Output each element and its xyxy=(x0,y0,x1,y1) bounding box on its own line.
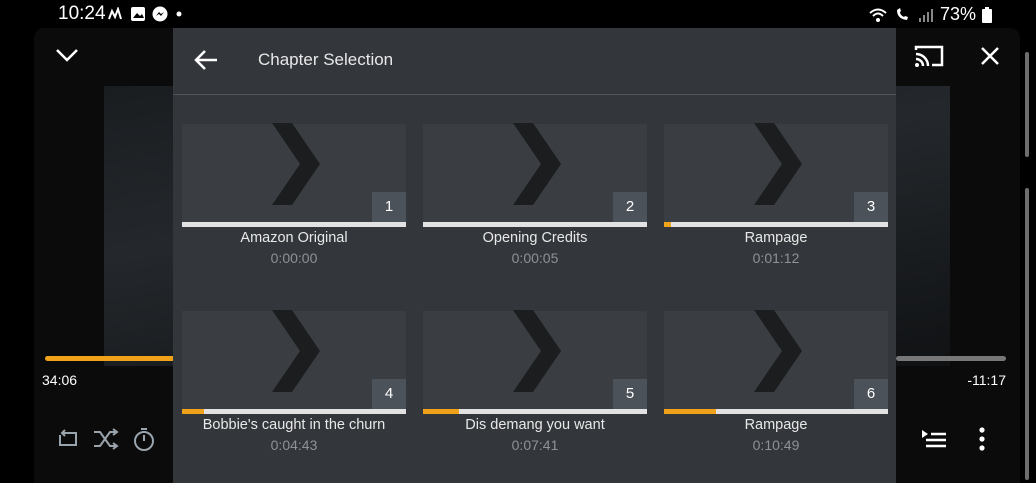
queue-icon[interactable] xyxy=(920,426,948,452)
remaining-time: -11:17 xyxy=(967,372,1006,388)
wifi-icon xyxy=(869,8,887,22)
wave-icon xyxy=(108,7,122,20)
chevron-right-icon xyxy=(272,123,320,205)
chapter-number: 6 xyxy=(854,379,888,409)
chapter-thumbnail[interactable]: 6 xyxy=(664,310,888,409)
chapter-progress-bar xyxy=(182,409,406,414)
notification-icons xyxy=(108,6,184,22)
chapter-tile-1[interactable]: 1 Amazon Original 0:00:00 xyxy=(182,123,406,289)
seek-bar-played[interactable] xyxy=(45,356,175,361)
messenger-icon xyxy=(152,6,168,22)
chapter-thumbnail[interactable]: 1 xyxy=(182,123,406,222)
dot-icon xyxy=(176,11,182,17)
chevron-right-icon xyxy=(513,310,561,392)
chapter-progress-bar xyxy=(182,222,406,227)
shuffle-icon[interactable] xyxy=(92,426,120,452)
chapter-progress-fill xyxy=(182,409,205,414)
chapter-tile-4[interactable]: 4 Bobbie's caught in the churn 0:04:43 xyxy=(182,310,406,476)
chapter-thumbnail[interactable]: 2 xyxy=(423,123,647,222)
chapter-tile-6[interactable]: 6 Rampage 0:10:49 xyxy=(664,310,888,476)
cast-icon[interactable] xyxy=(914,44,944,68)
chapter-time: 0:01:12 xyxy=(752,250,800,266)
chapter-tile-3[interactable]: 3 Rampage 0:01:12 xyxy=(664,123,888,289)
elapsed-time: 34:06 xyxy=(42,372,78,388)
more-icon[interactable] xyxy=(976,426,988,452)
chapter-progress-bar xyxy=(423,409,647,414)
chapter-time: 0:00:05 xyxy=(511,250,559,266)
chapter-number: 4 xyxy=(372,379,406,409)
chapter-title: Amazon Original xyxy=(240,230,348,246)
chapter-number: 5 xyxy=(613,379,647,409)
panel-header: Chapter Selection xyxy=(173,28,896,95)
chevron-right-icon xyxy=(754,123,802,205)
panel-title: Chapter Selection xyxy=(258,50,394,69)
gallery-icon xyxy=(131,7,145,21)
chapter-progress-fill xyxy=(664,222,671,227)
chapter-progress-fill xyxy=(423,409,459,414)
chevron-right-icon xyxy=(272,310,320,392)
timer-icon[interactable] xyxy=(132,426,156,452)
chapter-tile-5[interactable]: 5 Dis demang you want 0:07:41 xyxy=(423,310,647,476)
chevron-right-icon xyxy=(513,123,561,205)
collapse-chevron-icon[interactable] xyxy=(54,46,80,64)
status-bar: 10:24 73% xyxy=(0,0,1036,28)
battery-icon xyxy=(982,6,992,23)
seek-bar-remaining[interactable] xyxy=(896,356,1006,361)
chapter-time: 0:00:00 xyxy=(270,250,318,266)
chapter-time: 0:07:41 xyxy=(511,437,559,453)
chevron-right-icon xyxy=(754,310,802,392)
chapter-title: Dis demang you want xyxy=(465,417,605,433)
scrollbar-bottom[interactable] xyxy=(1025,188,1029,480)
chapter-thumbnail[interactable]: 4 xyxy=(182,310,406,409)
chapter-title: Rampage xyxy=(744,417,808,433)
status-time: 10:24 xyxy=(58,3,106,24)
chapter-selection-panel: Chapter Selection 1 Amazon Original 0:00:0… xyxy=(173,28,896,483)
scrollbar-top[interactable] xyxy=(1025,52,1029,157)
repeat-icon[interactable] xyxy=(56,426,82,452)
chapter-thumbnail[interactable]: 5 xyxy=(423,310,647,409)
close-icon[interactable] xyxy=(980,46,1000,66)
back-arrow-icon[interactable] xyxy=(193,48,219,72)
chapter-time: 0:10:49 xyxy=(752,437,800,453)
signal-icon xyxy=(918,8,933,22)
chapter-progress-bar xyxy=(423,222,647,227)
chapter-progress-fill xyxy=(664,409,716,414)
chapter-title: Opening Credits xyxy=(482,230,588,246)
chapter-progress-bar xyxy=(664,222,888,227)
wifi-call-icon xyxy=(896,7,908,20)
chapter-number: 1 xyxy=(372,192,406,222)
system-icons: 73% xyxy=(868,4,992,25)
chapter-thumbnail[interactable]: 3 xyxy=(664,123,888,222)
battery-percent: 73% xyxy=(939,4,976,24)
chapter-time: 0:04:43 xyxy=(270,437,318,453)
chapter-number: 3 xyxy=(854,192,888,222)
chapter-title: Bobbie's caught in the churn xyxy=(202,417,386,433)
chapter-number: 2 xyxy=(613,192,647,222)
chapter-tile-2[interactable]: 2 Opening Credits 0:00:05 xyxy=(423,123,647,289)
chapter-progress-bar xyxy=(664,409,888,414)
chapter-title: Rampage xyxy=(744,230,808,246)
